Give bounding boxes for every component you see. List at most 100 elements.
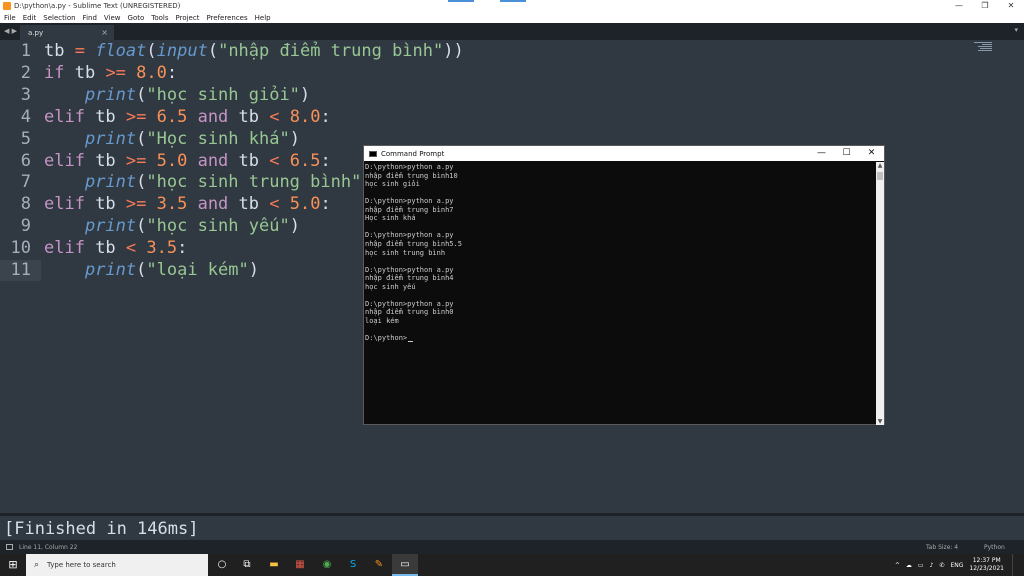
tab-size-selector[interactable]: Tab Size: 4: [926, 544, 958, 551]
tab-a-py[interactable]: a.py ×: [20, 25, 114, 40]
windows-start-icon[interactable]: ⊞: [0, 554, 26, 576]
cmd-window-controls: — ☐ ✕: [809, 146, 884, 161]
scroll-thumb[interactable]: [877, 172, 883, 180]
file-explorer-icon[interactable]: ▬: [265, 557, 283, 573]
menu-edit[interactable]: Edit: [23, 14, 37, 22]
cmd-minimize-button[interactable]: —: [809, 146, 834, 161]
build-result-text: [Finished in 146ms]: [4, 519, 199, 539]
line-number: 6: [20, 150, 31, 171]
chrome-icon[interactable]: ◉: [318, 557, 336, 573]
code-token: tb: [95, 106, 126, 127]
maximize-button[interactable]: ❐: [972, 0, 998, 12]
title-accent-2: [500, 0, 526, 2]
console-line: Học sinh khá: [365, 214, 416, 223]
onedrive-icon[interactable]: ☁: [906, 562, 912, 569]
code-line[interactable]: elif tb < 3.5:: [44, 238, 187, 258]
tab-label: a.py: [28, 29, 44, 37]
tab-close-icon[interactable]: ×: [101, 28, 108, 37]
code-token: tb: [238, 194, 270, 215]
cmd-console-output[interactable]: D:\python>python a.py nhập điểm trung bìn…: [365, 163, 875, 423]
code-token: print: [84, 84, 137, 105]
tab-overflow-icon[interactable]: ▾: [1014, 26, 1018, 34]
cmd-title-bar: Command Prompt — ☐ ✕: [364, 146, 884, 161]
code-token: 5.0: [156, 150, 198, 171]
code-line[interactable]: tb = float(input("nhập điểm trung bình")…: [44, 41, 464, 61]
menu-preferences[interactable]: Preferences: [206, 14, 247, 22]
line-number: 8: [20, 194, 31, 215]
menu-view[interactable]: View: [104, 14, 121, 22]
code-token: (: [146, 41, 157, 61]
line-number: 3: [20, 84, 31, 105]
taskbar-clock[interactable]: 12:37 PM 12/23/2021: [969, 557, 1004, 573]
show-desktop-button[interactable]: [1012, 554, 1024, 576]
code-line[interactable]: elif tb >= 5.0 and tb < 6.5:: [44, 151, 331, 171]
menu-goto[interactable]: Goto: [128, 14, 145, 22]
code-token: :: [166, 62, 178, 83]
window-controls: — ❐ ✕: [946, 0, 1024, 12]
minimap[interactable]: [964, 40, 1024, 60]
code-token: :: [320, 106, 331, 127]
cmd-taskbar-icon[interactable]: ▭: [396, 557, 414, 573]
code-line[interactable]: print("học sinh giỏi"): [44, 85, 310, 105]
minimize-button[interactable]: —: [946, 0, 972, 12]
code-token: (: [136, 172, 147, 193]
skype-icon[interactable]: S: [344, 557, 362, 573]
console-line: D:\python>python a.py: [365, 299, 454, 308]
code-token: ): [289, 216, 300, 237]
code-token: (: [136, 84, 147, 105]
menu-help[interactable]: Help: [255, 14, 271, 22]
code-token: )): [443, 41, 464, 61]
cmd-close-button[interactable]: ✕: [859, 146, 884, 161]
panel-toggle-icon[interactable]: [6, 544, 13, 550]
code-line[interactable]: if tb >= 8.0:: [44, 63, 177, 83]
scroll-up-icon[interactable]: ▲: [876, 162, 884, 169]
title-accent: [448, 0, 474, 2]
menu-selection[interactable]: Selection: [43, 14, 75, 22]
language-indicator[interactable]: ENG: [950, 562, 963, 569]
code-token: 8.0: [289, 106, 321, 127]
volume-icon[interactable]: ♪: [930, 562, 934, 569]
build-output-panel: [Finished in 146ms]: [0, 513, 1024, 540]
close-button[interactable]: ✕: [998, 0, 1024, 12]
code-line[interactable]: print("học sinh trung bình": [44, 172, 361, 192]
syntax-selector[interactable]: Python: [984, 544, 1005, 551]
line-number: 2: [20, 62, 31, 83]
code-line[interactable]: print("Học sinh khá"): [44, 129, 300, 149]
code-line[interactable]: elif tb >= 6.5 and tb < 8.0:: [44, 107, 331, 127]
tray-overflow-icon[interactable]: ^: [895, 562, 900, 569]
tab-nav-arrows[interactable]: ◀ ▶: [4, 27, 17, 35]
store-icon[interactable]: ▦: [291, 557, 309, 573]
cursor-position: Line 11, Column 22: [19, 544, 78, 551]
menu-project[interactable]: Project: [176, 14, 200, 22]
cortana-icon[interactable]: ○: [213, 557, 231, 573]
sublime-logo-icon: [3, 2, 11, 10]
command-prompt-window[interactable]: Command Prompt — ☐ ✕ D:\python>python a.…: [363, 145, 885, 425]
code-line[interactable]: elif tb >= 3.5 and tb < 5.0:: [44, 194, 331, 214]
code-token: ): [248, 260, 259, 280]
battery-icon[interactable]: ▭: [918, 562, 924, 569]
console-line: học sinh giỏi: [365, 180, 420, 189]
code-line[interactable]: print("loại kém"): [44, 260, 259, 280]
code-line[interactable]: print("học sinh yếu"): [44, 216, 300, 236]
code-token: (: [136, 216, 147, 237]
scroll-down-icon[interactable]: ▼: [876, 418, 884, 425]
console-line: học sinh trung bình: [365, 248, 446, 257]
code-token: 3.5: [146, 238, 178, 259]
taskbar-search[interactable]: ⌕ Type here to search: [26, 554, 208, 576]
menu-tools[interactable]: Tools: [151, 14, 168, 22]
menu-file[interactable]: File: [4, 14, 16, 22]
code-token: elif: [44, 150, 96, 171]
network-icon[interactable]: ✆: [939, 562, 944, 569]
task-view-icon[interactable]: ⧉: [238, 557, 256, 573]
code-token: "loại kém": [146, 260, 249, 280]
code-token: :: [177, 238, 188, 259]
code-token: <: [269, 194, 290, 215]
cmd-scrollbar[interactable]: ▲ ▼: [876, 162, 884, 425]
code-token: print: [84, 260, 137, 280]
cmd-maximize-button[interactable]: ☐: [834, 146, 859, 161]
menu-find[interactable]: Find: [83, 14, 97, 22]
sublime-taskbar-icon[interactable]: ✎: [370, 557, 388, 573]
